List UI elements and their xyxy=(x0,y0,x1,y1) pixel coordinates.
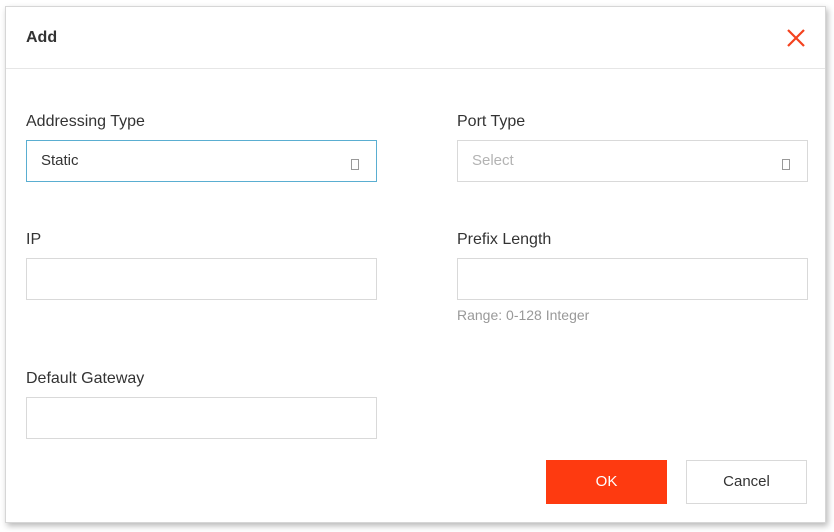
add-dialog: Add Addressing Type Static Port Type Sel… xyxy=(5,6,826,523)
ip-input[interactable] xyxy=(26,258,377,300)
dialog-title: Add xyxy=(26,29,58,46)
dialog-header: Add xyxy=(6,7,825,69)
prefix-length-input[interactable] xyxy=(457,258,808,300)
prefix-length-label: Prefix Length xyxy=(457,231,552,248)
dropdown-arrow-icon xyxy=(351,159,359,170)
addressing-type-label: Addressing Type xyxy=(26,113,145,130)
prefix-length-hint: Range: 0-128 Integer xyxy=(457,307,590,323)
default-gateway-input[interactable] xyxy=(26,397,377,439)
close-icon[interactable] xyxy=(785,27,807,49)
dropdown-arrow-icon xyxy=(782,159,790,170)
addressing-type-select[interactable]: Static xyxy=(26,140,377,182)
ok-button[interactable]: OK xyxy=(546,460,667,504)
ip-label: IP xyxy=(26,231,42,248)
addressing-type-value: Static xyxy=(41,152,79,169)
default-gateway-label: Default Gateway xyxy=(26,370,145,387)
port-type-placeholder: Select xyxy=(472,152,514,169)
cancel-button[interactable]: Cancel xyxy=(686,460,807,504)
port-type-select[interactable]: Select xyxy=(457,140,808,182)
port-type-label: Port Type xyxy=(457,113,526,130)
